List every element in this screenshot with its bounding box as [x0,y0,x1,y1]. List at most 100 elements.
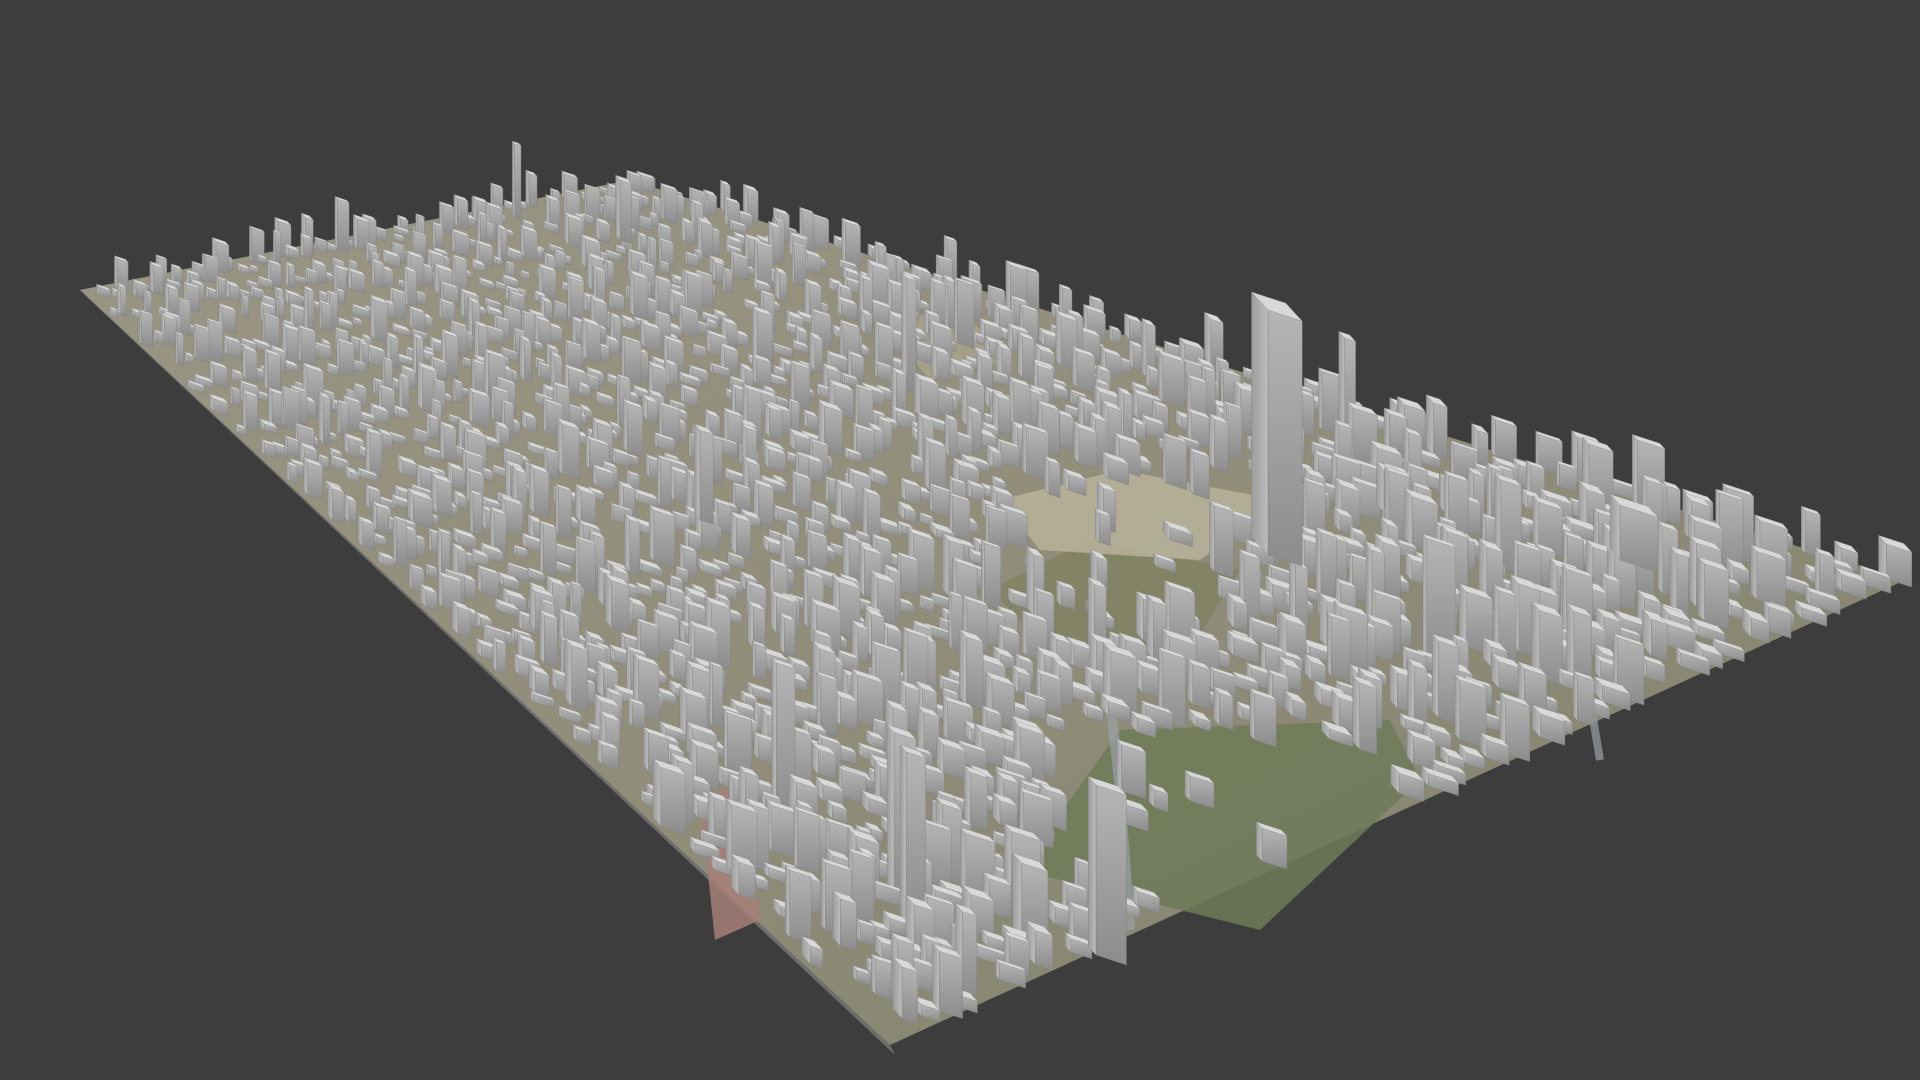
building [336,399,350,438]
building [567,274,585,324]
building [765,799,799,860]
building [369,294,389,344]
building [648,504,676,569]
building [980,539,1002,610]
building [708,660,724,729]
building [317,391,331,447]
building [652,758,687,835]
building [528,462,550,519]
building [1209,500,1235,579]
building [564,637,589,712]
building [659,182,679,225]
building [722,266,733,294]
building [525,169,538,209]
building [398,372,410,412]
building [556,417,581,481]
building [1572,670,1595,727]
building [604,572,630,634]
building [519,224,538,263]
building [229,385,241,408]
building [1697,556,1730,630]
building [392,514,408,568]
building [1094,507,1112,546]
building [811,213,830,252]
building [1071,345,1096,394]
building [539,519,558,578]
building [511,140,522,219]
building [622,398,644,458]
3d-viewport[interactable] [0,0,1920,1080]
building [242,389,259,433]
building [944,413,959,460]
building [1157,349,1186,409]
building [656,454,672,510]
building [806,528,828,573]
building [808,331,824,374]
building [791,241,807,287]
building [193,322,211,364]
building [623,513,641,576]
building [149,260,164,297]
building [240,294,250,319]
building [1326,611,1351,683]
building [1162,432,1188,491]
building [439,420,457,464]
building [335,337,355,377]
building [784,864,812,945]
building [581,316,602,365]
building [302,456,324,501]
building [364,426,383,479]
building [272,229,282,265]
building [299,232,313,260]
tall-tower-far [614,174,633,244]
building [318,299,332,333]
building [953,276,975,349]
building [496,223,508,263]
building [518,334,532,383]
building [303,285,315,332]
building [492,637,507,675]
building [723,708,753,777]
building [334,195,350,254]
building [469,489,483,538]
building [297,324,317,367]
building [174,331,185,367]
building [452,378,464,405]
building [1315,526,1338,602]
building [241,344,258,384]
building [1407,658,1428,727]
building [275,295,285,319]
building [263,348,281,395]
building [1669,545,1690,617]
building [1249,687,1277,748]
building [628,269,649,321]
building [1189,447,1210,500]
building [138,308,154,349]
building [555,483,573,539]
building [1208,413,1229,474]
building [793,805,821,875]
building [453,193,469,231]
building [778,612,796,658]
building [841,217,862,268]
landmark-tower [1250,291,1303,567]
tall-tower [1087,776,1128,966]
building [791,470,812,513]
building [370,258,385,289]
building [751,640,767,682]
building [963,765,988,831]
building [1186,657,1211,711]
building [1490,414,1518,464]
building [1043,455,1061,498]
city-model-scene [80,140,1913,1055]
building [1017,330,1036,382]
building [1352,674,1378,756]
building [1431,633,1459,725]
building [431,221,444,250]
building [958,628,984,711]
building [538,609,559,668]
building [476,210,488,245]
building [284,261,296,289]
building [1425,394,1449,461]
tall-tower-back [693,423,714,525]
